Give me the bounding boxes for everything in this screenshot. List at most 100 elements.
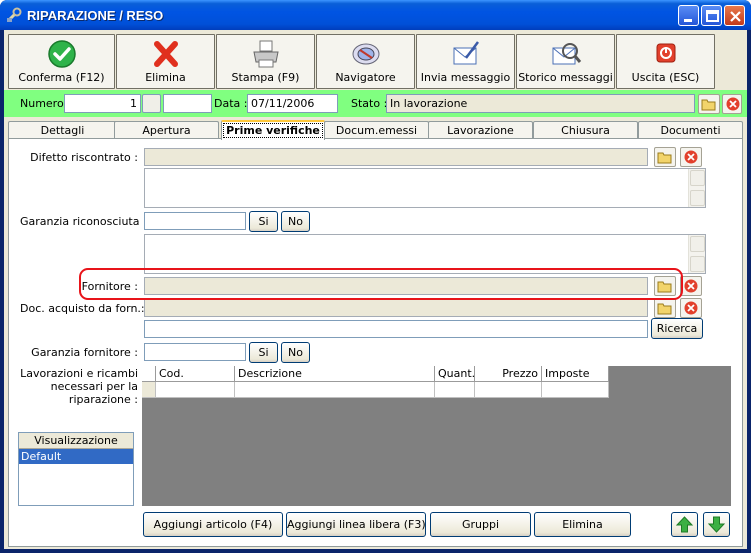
status-clear-button[interactable] xyxy=(722,94,742,114)
check-icon xyxy=(47,40,76,68)
lavorazioni-label: Lavorazioni e ricambi necessari per la r… xyxy=(20,367,138,406)
message-history-button[interactable]: Storico messaggi xyxy=(516,34,615,89)
grid-header-cod[interactable]: Cod. xyxy=(156,366,235,382)
numero-suffix-button[interactable] xyxy=(142,94,161,113)
difetto-memo[interactable] xyxy=(144,168,706,208)
garanzia-si-button[interactable]: Si xyxy=(249,211,278,232)
numero-suffix-input[interactable] xyxy=(163,94,212,113)
grid-cell-prezzo[interactable] xyxy=(475,382,542,398)
doc-acquisto-field[interactable] xyxy=(144,299,648,317)
message-history-label: Storico messaggi xyxy=(518,71,613,84)
doc-acquisto-detail-field[interactable] xyxy=(144,320,648,338)
grid-cell-cod[interactable] xyxy=(156,382,235,398)
status-browse-button[interactable] xyxy=(698,94,720,114)
fornitore-clear-button[interactable] xyxy=(680,276,702,296)
view-item-default[interactable]: Default xyxy=(19,449,133,464)
tab-documenti[interactable]: Documenti xyxy=(638,121,743,139)
clear-icon xyxy=(684,150,698,164)
exit-icon xyxy=(656,43,675,63)
delete-x-icon xyxy=(153,41,178,67)
date-input[interactable]: 07/11/2006 xyxy=(247,94,338,113)
grid-header-prezzo[interactable]: Prezzo xyxy=(475,366,542,382)
printer-icon xyxy=(252,40,279,68)
minimize-button[interactable] xyxy=(678,5,699,26)
scroll-up-arrow-icon[interactable] xyxy=(690,170,705,186)
send-mail-icon xyxy=(453,41,479,65)
grid-cell-imposte[interactable] xyxy=(542,382,609,398)
delete-row-button[interactable]: Elimina xyxy=(534,512,631,537)
data-label: Data : xyxy=(214,97,248,110)
send-message-label: Invia messaggio xyxy=(420,71,511,84)
maximize-button[interactable] xyxy=(701,5,722,26)
add-free-line-button[interactable]: Aggiungi linea libera (F3) xyxy=(286,512,426,537)
navigator-button[interactable]: Navigatore xyxy=(316,34,415,89)
add-article-button[interactable]: Aggiungi articolo (F4) xyxy=(143,512,283,537)
grid-row-indicator[interactable] xyxy=(142,382,156,398)
difetto-field[interactable] xyxy=(144,148,648,166)
difetto-clear-button[interactable] xyxy=(680,147,702,167)
move-down-button[interactable] xyxy=(703,512,730,537)
grid-header-quant[interactable]: Quant. xyxy=(435,366,475,382)
fornitore-highlight-annotation xyxy=(79,268,683,300)
move-up-button[interactable] xyxy=(671,512,698,537)
ricerca-button[interactable]: Ricerca xyxy=(651,318,703,339)
record-header: Numero : 1 Data : 07/11/2006 Stato : In … xyxy=(4,90,747,117)
grid-cell-descrizione[interactable] xyxy=(235,382,435,398)
print-button[interactable]: Stampa (F9) xyxy=(216,34,315,89)
compass-icon xyxy=(352,43,379,65)
close-window-button[interactable] xyxy=(724,5,745,26)
window-title: RIPARAZIONE / RESO xyxy=(27,8,164,23)
send-message-button[interactable]: Invia messaggio xyxy=(416,34,515,89)
scroll-down-arrow-icon[interactable] xyxy=(690,256,705,272)
tab-prime-verifiche-label: Prime verifiche xyxy=(223,123,323,138)
confirm-button[interactable]: Conferma (F12) xyxy=(8,34,115,89)
garanzia-label: Garanzia riconosciuta : xyxy=(20,215,147,228)
print-label: Stampa (F9) xyxy=(231,71,300,84)
garanzia-input[interactable] xyxy=(144,212,246,230)
tab-apertura[interactable]: Apertura xyxy=(114,121,219,139)
difetto-browse-button[interactable] xyxy=(654,147,676,167)
scroll-up-arrow-icon[interactable] xyxy=(690,236,705,252)
delete-button[interactable]: Elimina xyxy=(116,34,215,89)
status-field[interactable]: In lavorazione xyxy=(386,94,695,113)
grid-cell-quant[interactable] xyxy=(435,382,475,398)
view-selector-header: Visualizzazione xyxy=(19,433,133,449)
doc-acquisto-browse-button[interactable] xyxy=(654,298,676,318)
difetto-memo-scrollbar[interactable] xyxy=(688,169,705,207)
garanzia-fornitore-no-button[interactable]: No xyxy=(281,342,310,363)
garanzia-fornitore-input[interactable] xyxy=(144,343,246,361)
delete-label: Elimina xyxy=(145,71,186,84)
tab-prime-verifiche[interactable]: Prime verifiche xyxy=(221,120,325,140)
garanzia-fornitore-si-button[interactable]: Si xyxy=(249,342,278,363)
view-selector[interactable]: Visualizzazione Default xyxy=(18,432,134,506)
grid-header-descrizione[interactable]: Descrizione xyxy=(235,366,435,382)
close-icon xyxy=(730,11,741,22)
maximize-icon xyxy=(706,10,719,22)
tab-lavorazione[interactable]: Lavorazione xyxy=(428,121,533,139)
groups-button[interactable]: Gruppi xyxy=(430,512,531,537)
numero-input[interactable]: 1 xyxy=(64,94,141,113)
garanzia-memo-scrollbar[interactable] xyxy=(688,235,705,273)
app-window: RIPARAZIONE / RESO Conferma (F12) Elimin… xyxy=(0,0,751,553)
navigator-label: Navigatore xyxy=(335,71,396,84)
doc-acquisto-clear-button[interactable] xyxy=(680,298,702,318)
doc-acquisto-label: Doc. acquisto da forn.: xyxy=(20,302,145,315)
grid-header-imposte[interactable]: Imposte xyxy=(542,366,609,382)
folder-icon xyxy=(657,303,672,315)
exit-button[interactable]: Uscita (ESC) xyxy=(616,34,715,89)
confirm-label: Conferma (F12) xyxy=(18,71,105,84)
garanzia-fornitore-label: Garanzia fornitore : xyxy=(31,346,138,359)
wrench-icon xyxy=(6,7,22,23)
scroll-down-arrow-icon[interactable] xyxy=(690,190,705,206)
clear-icon xyxy=(726,97,740,111)
title-bar[interactable]: RIPARAZIONE / RESO xyxy=(0,0,751,30)
difetto-label: Difetto riscontrato : xyxy=(30,151,138,164)
grid-row-indicator-header xyxy=(142,366,156,382)
tab-chiusura[interactable]: Chiusura xyxy=(533,121,638,139)
tab-docum-emessi[interactable]: Docum.emessi xyxy=(324,121,429,139)
lavorazioni-grid[interactable]: Cod. Descrizione Quant. Prezzo Imposte xyxy=(142,366,731,506)
tab-dettagli[interactable]: Dettagli xyxy=(8,121,117,139)
garanzia-no-button[interactable]: No xyxy=(281,211,310,232)
clear-icon xyxy=(684,301,698,315)
folder-icon xyxy=(657,152,672,164)
